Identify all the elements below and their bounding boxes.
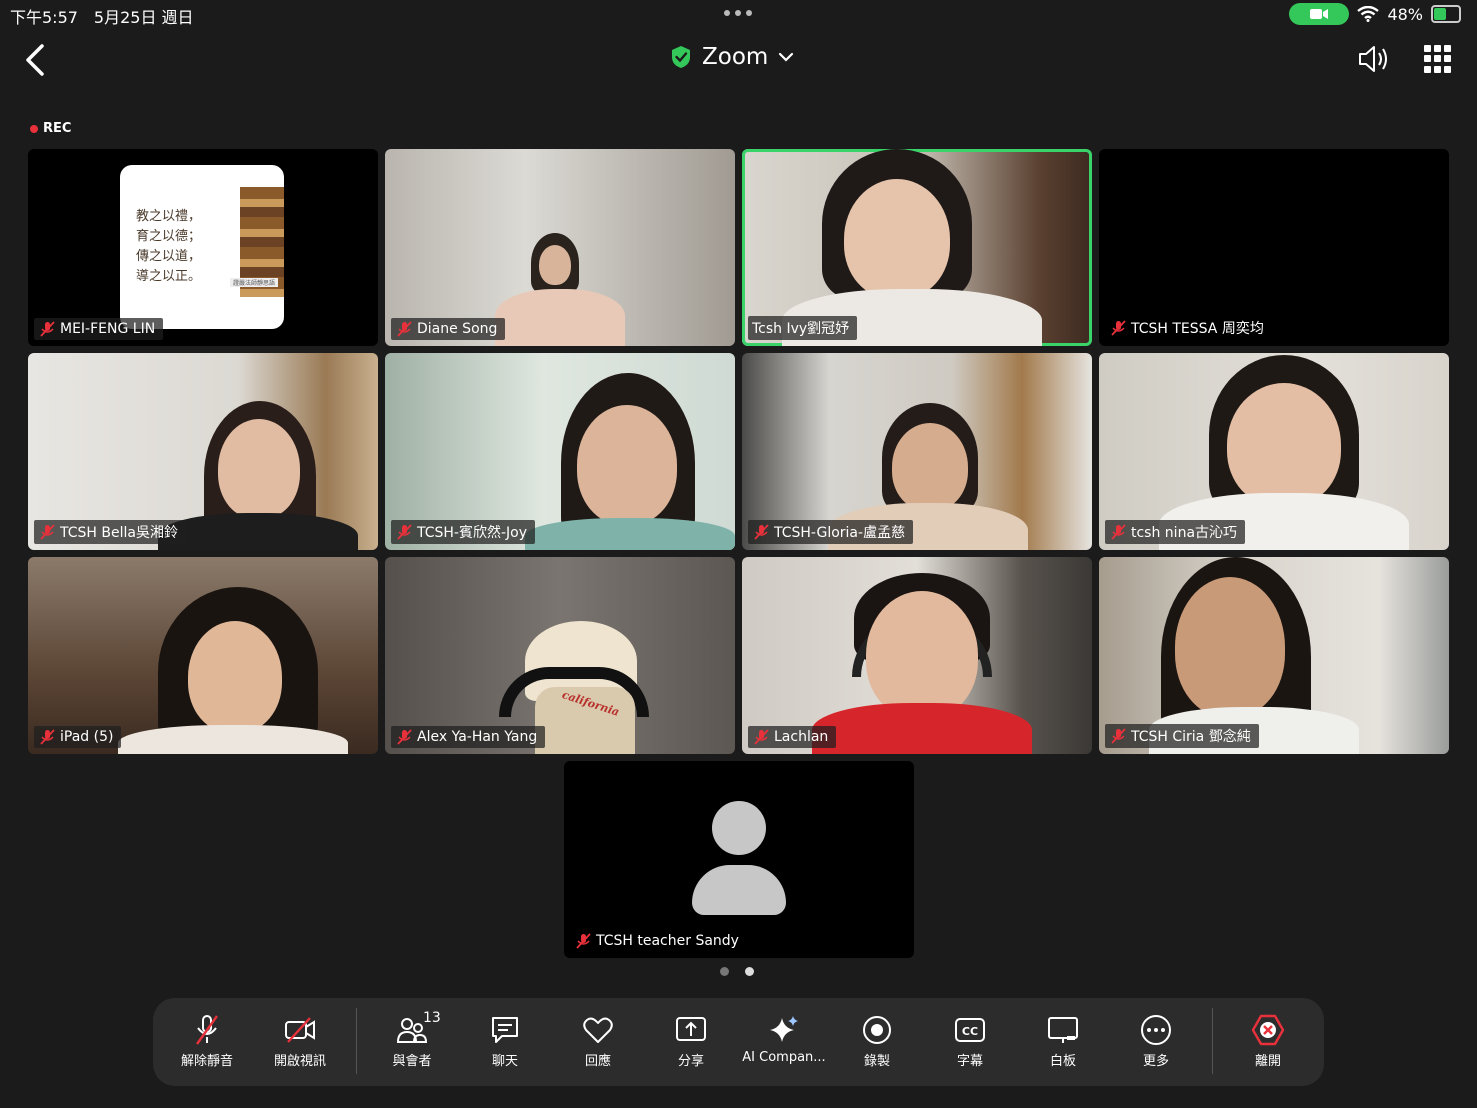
mic-muted-icon bbox=[1111, 320, 1126, 336]
back-chevron-icon[interactable] bbox=[22, 42, 50, 78]
leave-x-icon bbox=[1251, 1014, 1285, 1046]
mic-muted-icon bbox=[1111, 728, 1126, 744]
participant-tile[interactable]: Diane Song bbox=[385, 149, 735, 346]
whiteboard-icon bbox=[1048, 1017, 1078, 1043]
svg-text:CC: CC bbox=[962, 1025, 978, 1038]
participant-name-label: Diane Song bbox=[391, 318, 506, 340]
participant-tile[interactable]: tcsh nina古沁巧 bbox=[1099, 353, 1449, 550]
speaker-icon[interactable] bbox=[1356, 42, 1390, 76]
participant-tile[interactable]: california Alex Ya-Han Yang bbox=[385, 557, 735, 754]
participant-tile[interactable]: TCSH teacher Sandy bbox=[564, 761, 914, 958]
wifi-icon bbox=[1357, 6, 1380, 22]
chevron-down-icon bbox=[779, 52, 794, 62]
participant-tile[interactable]: TCSH-Gloria-盧孟慈 bbox=[742, 353, 1092, 550]
mic-muted-icon bbox=[754, 729, 769, 745]
participant-name-label: TCSH Bella吳湘鈴 bbox=[34, 520, 186, 544]
participant-tile[interactable]: iPad (5) bbox=[28, 557, 378, 754]
mic-muted-icon bbox=[40, 321, 55, 337]
heart-icon bbox=[583, 1017, 613, 1043]
whiteboard-button[interactable]: 白板 bbox=[1018, 1012, 1108, 1069]
participant-name-label: TCSH-Gloria-盧孟慈 bbox=[748, 520, 914, 544]
captions-button[interactable]: CC 字幕 bbox=[925, 1012, 1015, 1069]
participant-name-label: MEI-FENG LIN bbox=[34, 318, 164, 340]
gallery-view-grid-icon[interactable] bbox=[1424, 45, 1452, 73]
record-button[interactable]: 錄製 bbox=[832, 1012, 922, 1069]
participant-name-label: TCSH teacher Sandy bbox=[570, 930, 747, 952]
toolbar-divider bbox=[356, 1008, 357, 1074]
share-button[interactable]: 分享 bbox=[646, 1012, 736, 1069]
page-indicator[interactable] bbox=[720, 967, 754, 976]
participant-name-label: Alex Ya-Han Yang bbox=[391, 726, 546, 748]
toolbar-divider bbox=[1212, 1008, 1213, 1074]
meeting-title: Zoom bbox=[702, 44, 769, 70]
participants-count-badge: 13 bbox=[423, 1010, 441, 1026]
participant-tile[interactable]: TCSH Ciria 鄧念純 bbox=[1099, 557, 1449, 754]
shared-slide-image: 教之以禮， 育之以德； 傳之以道， 導之以正。 證嚴法師靜思語 bbox=[120, 165, 284, 329]
cc-icon: CC bbox=[955, 1018, 985, 1042]
more-dots-icon bbox=[1141, 1015, 1171, 1045]
participants-button[interactable]: 13 與會者 bbox=[367, 1010, 457, 1069]
video-off-icon bbox=[285, 1017, 315, 1043]
participant-name-label: Lachlan bbox=[748, 726, 837, 748]
mic-muted-icon bbox=[397, 524, 412, 540]
default-avatar-icon bbox=[712, 801, 766, 855]
participant-tile[interactable]: TCSH Bella吳湘鈴 bbox=[28, 353, 378, 550]
ai-sparkle-icon bbox=[770, 1016, 798, 1042]
unmute-button[interactable]: 解除靜音 bbox=[162, 1012, 252, 1069]
participant-name-label: TCSH Ciria 鄧念純 bbox=[1105, 724, 1259, 748]
mic-muted-icon bbox=[40, 729, 55, 745]
mic-muted-icon bbox=[576, 933, 591, 949]
camera-in-use-icon bbox=[1289, 3, 1350, 25]
start-video-button[interactable]: 開啟視訊 bbox=[255, 1012, 345, 1069]
participant-tile[interactable]: 教之以禮， 育之以德； 傳之以道， 導之以正。 證嚴法師靜思語 MEI-FENG… bbox=[28, 149, 378, 346]
mic-muted-icon bbox=[40, 524, 55, 540]
status-time: 下午5:57 5月25日 週日 bbox=[10, 8, 194, 27]
page-dot-active[interactable] bbox=[745, 967, 754, 976]
meeting-toolbar: 解除靜音 開啟視訊 13 與會者 聊天 回應 分享 AI Compan... 錄… bbox=[153, 998, 1324, 1086]
participant-tile[interactable]: TCSH-賓欣然-Joy bbox=[385, 353, 735, 550]
meeting-title-dropdown[interactable]: Zoom bbox=[670, 44, 794, 70]
battery-percent: 48% bbox=[1387, 4, 1423, 24]
chat-button[interactable]: 聊天 bbox=[460, 1012, 550, 1069]
participant-tile-active-speaker[interactable]: Tcsh Ivy劉冠妤 bbox=[742, 149, 1092, 346]
chat-icon bbox=[492, 1017, 518, 1043]
shield-check-icon bbox=[672, 46, 690, 68]
record-icon bbox=[863, 1016, 891, 1044]
mic-muted-icon bbox=[397, 729, 412, 745]
ai-companion-button[interactable]: AI Compan... bbox=[739, 1012, 829, 1065]
share-screen-icon bbox=[676, 1017, 706, 1041]
participant-tile[interactable]: TCSH TESSA 周奕均 bbox=[1099, 149, 1449, 346]
participant-tile[interactable]: Lachlan bbox=[742, 557, 1092, 754]
participant-name-label: tcsh nina古沁巧 bbox=[1105, 520, 1246, 544]
page-dot[interactable] bbox=[720, 967, 729, 976]
mic-muted-icon bbox=[754, 524, 769, 540]
participant-name-label: Tcsh Ivy劉冠妤 bbox=[748, 316, 858, 340]
mic-off-icon bbox=[196, 1015, 218, 1045]
recording-indicator: REC bbox=[30, 121, 71, 136]
react-button[interactable]: 回應 bbox=[553, 1012, 643, 1069]
participant-name-label: TCSH-賓欣然-Joy bbox=[391, 520, 536, 544]
mic-muted-icon bbox=[1111, 524, 1126, 540]
mic-muted-icon bbox=[397, 321, 412, 337]
status-bar: 下午5:57 5月25日 週日 48% bbox=[0, 0, 1477, 28]
battery-icon bbox=[1431, 5, 1461, 23]
participant-name-label: iPad (5) bbox=[34, 726, 122, 748]
leave-button[interactable]: 離開 bbox=[1223, 1012, 1313, 1069]
participant-name-label: TCSH TESSA 周奕均 bbox=[1105, 316, 1272, 340]
multitasking-dots[interactable] bbox=[724, 10, 752, 16]
more-button[interactable]: 更多 bbox=[1111, 1012, 1201, 1069]
status-right: 48% bbox=[1289, 3, 1461, 25]
